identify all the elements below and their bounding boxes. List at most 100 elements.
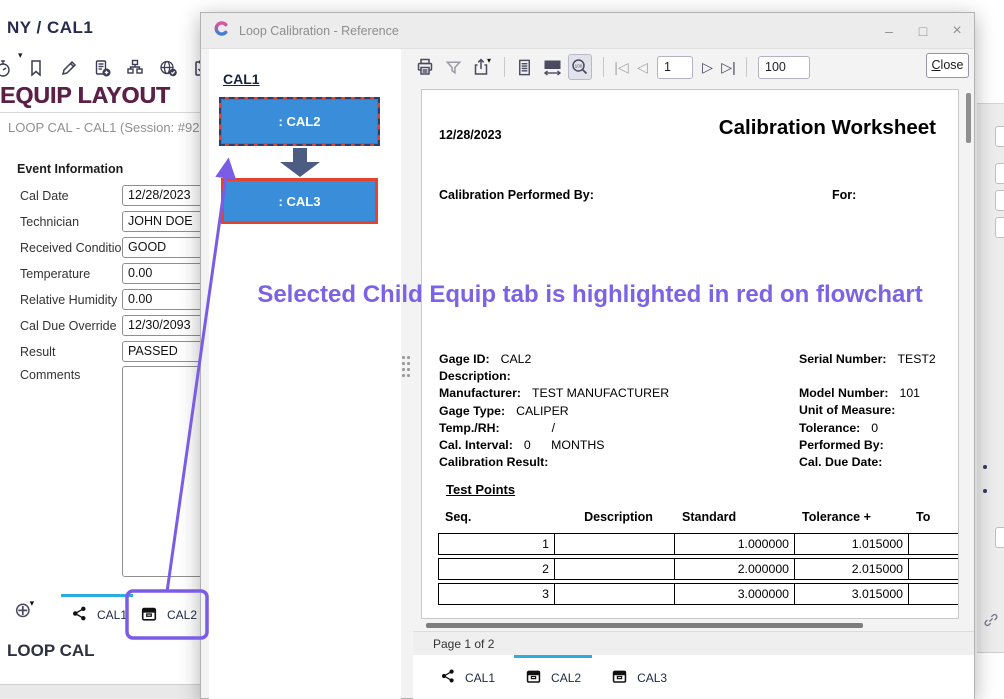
field-label: Cal Date bbox=[20, 189, 69, 203]
test-points-heading: Test Points bbox=[446, 482, 515, 497]
document-add-icon[interactable] bbox=[92, 58, 112, 78]
form-row: Cal Date 12/28/2023 bbox=[0, 185, 212, 211]
test-points-table: Seq. Description Standard Tolerance + To… bbox=[438, 510, 959, 608]
comments-textarea[interactable] bbox=[122, 366, 212, 577]
timer-icon[interactable] bbox=[0, 58, 13, 78]
report-field: Performed By: bbox=[799, 438, 959, 455]
page-status: Page 1 of 2 bbox=[413, 631, 974, 655]
equip-tab-label: CAL1 bbox=[97, 608, 127, 622]
share-icon bbox=[71, 605, 88, 625]
flowchart-node-cal3[interactable]: : CAL3 bbox=[221, 178, 378, 224]
report-field: Gage Type:CALIPER bbox=[439, 404, 789, 421]
field-label: Received Condition bbox=[20, 241, 128, 255]
table-row: 2 2.000000 2.015000 bbox=[438, 558, 959, 580]
first-page-icon[interactable]: |◁ bbox=[611, 59, 632, 76]
gage-details-right: Serial Number:TEST2 Model Number:101 Uni… bbox=[799, 352, 959, 472]
print-icon[interactable] bbox=[413, 54, 437, 80]
report-field: Model Number:101 bbox=[799, 386, 959, 403]
export-icon[interactable]: ▾ bbox=[469, 54, 493, 80]
minimize-button[interactable]: – bbox=[872, 13, 906, 49]
caret-down-icon: ▾ bbox=[30, 598, 35, 608]
report-field: Tolerance:0 bbox=[799, 421, 959, 438]
dialog-title: Loop Calibration - Reference bbox=[239, 24, 399, 38]
horizontal-scrollbar-thumb[interactable] bbox=[426, 623, 863, 628]
report-field: Calibration Result: bbox=[439, 455, 789, 472]
next-page-icon[interactable]: ▷ bbox=[697, 59, 718, 76]
link-icon[interactable] bbox=[983, 612, 999, 633]
page-width-view-icon[interactable] bbox=[540, 54, 564, 80]
field-input[interactable]: GOOD bbox=[122, 237, 210, 258]
flowchart-root-label[interactable]: CAL1 bbox=[223, 71, 260, 87]
comments-label: Comments bbox=[20, 368, 80, 382]
globe-check-icon[interactable] bbox=[158, 58, 178, 78]
cut-field bbox=[995, 217, 1004, 238]
screen: NY / CAL1 ▾ EQUIP LAYOUT LOOP CAL - CAL1… bbox=[0, 0, 1004, 699]
flowchart-panel: CAL1 : CAL2 : CAL3 bbox=[209, 49, 401, 699]
vertical-scrollbar-thumb[interactable] bbox=[966, 93, 971, 143]
gage-details-left: Gage ID:CAL2 Description: Manufacturer:T… bbox=[439, 352, 789, 472]
form-row: Relative Humidity 0.00 bbox=[0, 289, 212, 315]
close-button[interactable]: Close bbox=[926, 53, 969, 78]
whole-page-view-icon[interactable] bbox=[512, 54, 536, 80]
hierarchy-add-icon[interactable] bbox=[125, 58, 145, 78]
field-input[interactable]: JOHN DOE bbox=[122, 211, 210, 232]
equip-tab-cal1[interactable]: CAL1 bbox=[57, 594, 135, 636]
table-row: 1 1.000000 1.015000 bbox=[438, 533, 959, 555]
add-equip-button[interactable]: ⊕▾ bbox=[14, 598, 34, 623]
report-page: 12/28/2023 Calibration Worksheet Calibra… bbox=[421, 89, 959, 619]
flowchart-node-cal2-selected[interactable]: : CAL2 bbox=[219, 97, 380, 146]
previous-page-icon[interactable]: ◁ bbox=[632, 59, 653, 76]
archive-box-icon bbox=[525, 668, 542, 688]
cut-field bbox=[995, 190, 1004, 211]
app-logo-icon bbox=[213, 20, 230, 42]
dialog-equip-tabs: CAL1 CAL2 CAL3 bbox=[413, 655, 974, 699]
zoom-level-input[interactable]: 100 bbox=[758, 56, 810, 79]
section-divider bbox=[0, 684, 212, 699]
page-number-input[interactable]: 1 bbox=[657, 56, 693, 79]
bookmark-icon[interactable] bbox=[26, 58, 46, 78]
report-toolbar: ▾ 100 |◁ ◁ 1 ▷ ▷| 100 bbox=[413, 49, 974, 85]
background-right-edge bbox=[975, 0, 1004, 699]
loop-cal-heading: LOOP CAL bbox=[7, 641, 95, 661]
equip-tab-cal2[interactable]: CAL2 bbox=[140, 594, 202, 636]
table-row: 3 3.000000 3.015000 bbox=[438, 583, 959, 605]
cut-icon bbox=[983, 465, 987, 469]
dialog-titlebar[interactable]: Loop Calibration - Reference – □ × bbox=[201, 13, 974, 49]
cut-icon bbox=[983, 489, 987, 493]
report-field: Description: bbox=[439, 369, 789, 386]
dialog-tab-cal1[interactable]: CAL1 bbox=[425, 655, 510, 699]
close-window-button[interactable]: × bbox=[940, 13, 974, 49]
cut-field bbox=[995, 527, 1004, 548]
dialog-tab-label: CAL3 bbox=[637, 671, 667, 685]
event-information-heading: Event Information bbox=[17, 162, 123, 176]
form-row: Received Condition GOOD bbox=[0, 237, 212, 263]
field-input[interactable]: PASSED bbox=[122, 341, 210, 362]
report-field: Gage ID:CAL2 bbox=[439, 352, 789, 369]
dialog-tab-cal3[interactable]: CAL3 bbox=[596, 655, 682, 699]
report-title: Calibration Worksheet bbox=[719, 116, 936, 140]
field-label: Technician bbox=[20, 215, 79, 229]
maximize-button[interactable]: □ bbox=[906, 13, 940, 49]
performed-by-label: Calibration Performed By: bbox=[439, 188, 594, 202]
flow-arrow-icon bbox=[293, 148, 307, 162]
field-input[interactable]: 0.00 bbox=[122, 263, 210, 284]
form-row: Cal Due Override 12/30/2093 bbox=[0, 315, 212, 341]
field-input[interactable]: 12/30/2093 bbox=[122, 315, 210, 336]
edit-icon[interactable] bbox=[59, 58, 79, 78]
report-field: Cal. Interval:0 MONTHS bbox=[439, 438, 789, 455]
panel-splitter-handle[interactable] bbox=[402, 356, 412, 386]
form-row: Temperature 0.00 bbox=[0, 263, 212, 289]
archive-box-icon bbox=[611, 668, 628, 688]
equip-tab-label: CAL2 bbox=[167, 608, 197, 622]
dialog-tab-cal2[interactable]: CAL2 bbox=[510, 655, 596, 699]
filter-icon[interactable] bbox=[441, 54, 465, 80]
field-label: Relative Humidity bbox=[20, 293, 117, 307]
field-input[interactable]: 12/28/2023 bbox=[122, 185, 210, 206]
last-page-icon[interactable]: ▷| bbox=[718, 59, 739, 76]
page-title: EQUIP LAYOUT bbox=[0, 82, 170, 109]
zoom-100-icon[interactable]: 100 bbox=[568, 54, 592, 80]
divider bbox=[0, 112, 205, 113]
field-input[interactable]: 0.00 bbox=[122, 289, 210, 310]
cut-field bbox=[995, 126, 1004, 147]
loop-calibration-dialog: Loop Calibration - Reference – □ × CAL1 … bbox=[200, 12, 975, 699]
